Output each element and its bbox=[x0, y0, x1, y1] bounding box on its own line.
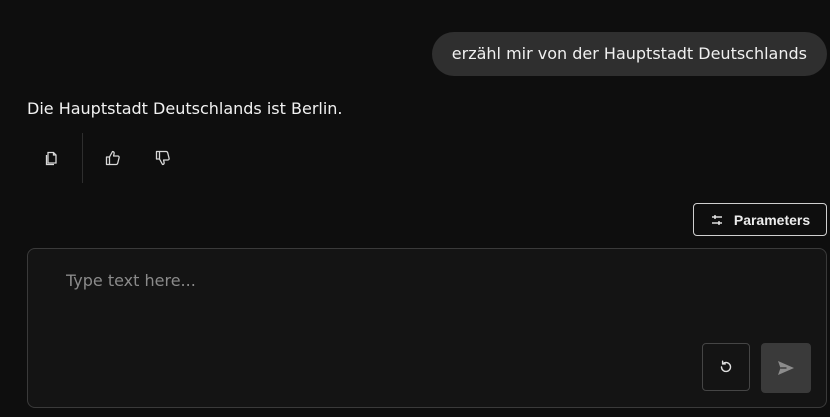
message-composer bbox=[27, 248, 827, 408]
message-actions bbox=[27, 133, 197, 183]
reset-button[interactable] bbox=[702, 343, 750, 391]
user-message-bubble: erzähl mir von der Hauptstadt Deutschlan… bbox=[431, 32, 827, 76]
actions-divider bbox=[82, 133, 83, 183]
dislike-button[interactable] bbox=[150, 145, 176, 171]
assistant-message-text: Die Hauptstadt Deutschlands ist Berlin. bbox=[27, 99, 343, 118]
thumbs-down-icon bbox=[155, 150, 170, 166]
user-message-text: erzähl mir von der Hauptstadt Deutschlan… bbox=[451, 44, 807, 63]
send-icon bbox=[778, 361, 794, 375]
parameters-button-label: Parameters bbox=[733, 211, 811, 228]
reset-icon bbox=[720, 360, 732, 373]
thumbs-up-icon bbox=[105, 150, 120, 166]
copy-icon bbox=[45, 151, 57, 166]
chat-page: erzähl mir von der Hauptstadt Deutschlan… bbox=[0, 0, 830, 417]
message-input[interactable] bbox=[66, 269, 706, 329]
like-button[interactable] bbox=[100, 145, 126, 171]
copy-button[interactable] bbox=[39, 145, 65, 171]
send-button[interactable] bbox=[761, 343, 811, 393]
sliders-icon bbox=[711, 214, 722, 225]
parameters-button[interactable]: Parameters bbox=[693, 203, 827, 236]
